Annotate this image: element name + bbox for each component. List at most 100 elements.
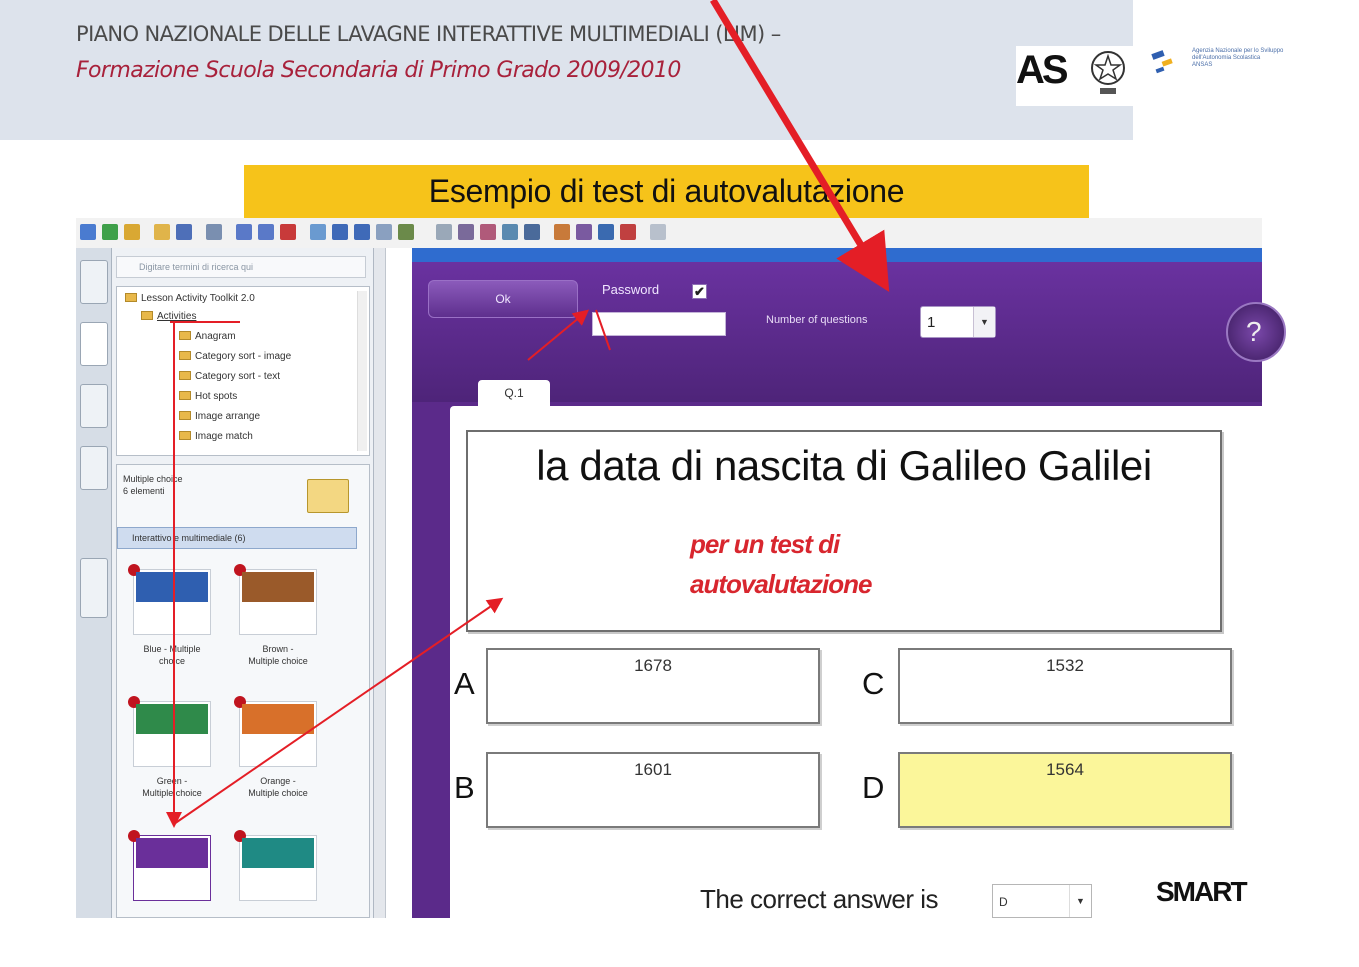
gallery-pane-header: Multiple choice 6 elementi [123, 474, 183, 496]
questions-select[interactable]: 1 ▼ [920, 306, 996, 338]
answer-d-field[interactable]: 1564 [898, 752, 1232, 828]
line-icon[interactable] [524, 224, 540, 240]
answer-a-value: 1678 [634, 656, 672, 675]
page-sorter-tab[interactable] [80, 260, 108, 304]
tree-item-label: Hot spots [195, 391, 238, 402]
thumbnail-preview [136, 838, 208, 868]
back-icon[interactable] [80, 224, 96, 240]
capture-icon[interactable] [398, 224, 414, 240]
gallery-search-input[interactable]: Digitare termini di ricerca qui [116, 256, 366, 278]
notebook-workspace: Ok Password ✔ Number of questions 1 ▼ ? … [386, 248, 1286, 918]
correct-answer-select[interactable]: D ▼ [992, 884, 1092, 918]
thumbnail-label: Blue - Multiple choice [143, 644, 201, 666]
thumbnail-brown-multiple-choice[interactable] [234, 564, 317, 635]
tree-item-activities[interactable]: Activities [141, 311, 196, 322]
republic-emblem-icon [1091, 51, 1125, 94]
properties-icon[interactable] [620, 224, 636, 240]
side-tabs [76, 248, 112, 918]
answer-c-letter: C [862, 666, 885, 701]
answer-c-field[interactable]: 1532 [898, 648, 1232, 724]
thumbnail-orange-multiple-choice[interactable] [234, 696, 317, 767]
eraser-icon[interactable] [502, 224, 518, 240]
thumbnail-preview [136, 704, 208, 734]
page-title: PIANO NAZIONALE DELLE LAVAGNE INTERATTIV… [76, 22, 781, 46]
select-icon[interactable] [436, 224, 452, 240]
tree-item-label: Category sort - text [195, 371, 281, 382]
tab-question-1[interactable]: Q.1 [478, 380, 550, 408]
table-icon[interactable] [376, 224, 392, 240]
folder-icon [179, 351, 191, 360]
tree-scrollbar[interactable] [357, 291, 367, 451]
banner-title: Esempio di test di autovalutazione [428, 173, 905, 209]
more-tools-icon[interactable] [650, 224, 666, 240]
document-camera-icon[interactable] [354, 224, 370, 240]
correct-answer-label: The correct answer is [700, 884, 939, 914]
chevron-down-icon[interactable]: ▼ [1069, 885, 1091, 917]
tree-item-label: Anagram [195, 331, 236, 342]
gallery-tab[interactable] [80, 322, 108, 366]
thumbnail-preview [242, 838, 314, 868]
answer-a-field[interactable]: 1678 [486, 648, 820, 724]
tree-item-label: Image arrange [195, 411, 261, 422]
pen-icon[interactable] [458, 224, 474, 240]
answer-b-field[interactable]: 1601 [486, 752, 820, 828]
redo-icon[interactable] [258, 224, 274, 240]
fill-icon[interactable] [576, 224, 592, 240]
password-field[interactable] [592, 312, 726, 336]
gallery-tree: Lesson Activity Toolkit 2.0 Activities A… [116, 286, 370, 456]
shapes-icon[interactable] [554, 224, 570, 240]
save-icon[interactable] [176, 224, 192, 240]
creative-pen-icon[interactable] [480, 224, 496, 240]
tree-item-image-match[interactable]: Image match [179, 431, 253, 442]
help-button[interactable]: ? [1226, 302, 1286, 362]
delete-icon[interactable] [280, 224, 296, 240]
annotation-note: per un test di autovalutazione [690, 529, 872, 599]
attachments-tab[interactable] [80, 384, 108, 428]
collapse-handle[interactable] [80, 558, 108, 618]
thumbnail-teal-multiple-choice[interactable] [234, 830, 317, 901]
page-subtitle: Formazione Scuola Secondaria di Primo Gr… [76, 58, 681, 83]
interactive-category[interactable]: Interattivo e multimediale (6) [117, 527, 357, 549]
question-box[interactable]: la data di nascita di Galileo Galilei pe… [466, 430, 1222, 632]
tree-item-hot-spots[interactable]: Hot spots [179, 391, 237, 402]
open-icon[interactable] [154, 224, 170, 240]
tree-item-anagram[interactable]: Anagram [179, 331, 236, 342]
tree-item-category-sort-text[interactable]: Category sort - text [179, 371, 280, 382]
thumbnail-preview [242, 572, 314, 602]
folder-icon [179, 391, 191, 400]
paste-icon[interactable] [206, 224, 222, 240]
gallery-items-pane: Multiple choice 6 elementi Interattivo e… [116, 464, 370, 918]
tree-item-image-arrange[interactable]: Image arrange [179, 411, 260, 422]
folder-icon [307, 479, 349, 513]
display-icon[interactable] [332, 224, 348, 240]
answer-a-letter: A [454, 666, 475, 701]
forward-icon[interactable] [102, 224, 118, 240]
screen-shade-icon[interactable] [310, 224, 326, 240]
undo-icon[interactable] [236, 224, 252, 240]
tree-root[interactable]: Lesson Activity Toolkit 2.0 [125, 293, 255, 304]
add-page-icon[interactable] [124, 224, 140, 240]
tree-item-label: Category sort - image [195, 351, 292, 362]
thumbnail-purple-multiple-choice[interactable] [128, 830, 211, 901]
thumbnail-blue-multiple-choice[interactable] [128, 564, 211, 635]
agency-name: Agenzia Nazionale per lo Sviluppo dell'A… [1192, 48, 1284, 68]
panel-splitter[interactable] [374, 248, 386, 918]
question-text: la data di nascita di Galileo Galilei [536, 442, 1152, 489]
answer-c-value: 1532 [1046, 656, 1084, 675]
tree-item-category-sort-image[interactable]: Category sort - image [179, 351, 291, 362]
smart-logo: SMART [1156, 876, 1248, 907]
gallery-panel: Digitare termini di ricerca qui Lesson A… [112, 248, 374, 918]
thumbnail-green-multiple-choice[interactable] [128, 696, 211, 767]
thumbnail-label: Orange - Multiple choice [248, 776, 308, 798]
properties-tab[interactable] [80, 446, 108, 490]
password-checkbox[interactable]: ✔ [692, 284, 707, 299]
chevron-down-icon[interactable]: ▼ [973, 307, 995, 337]
thumbnail-preview [242, 704, 314, 734]
questions-value: 1 [927, 314, 936, 331]
ok-button[interactable]: Ok [428, 280, 578, 318]
multiple-choice-widget: Ok Password ✔ Number of questions 1 ▼ ? … [412, 262, 1286, 918]
answer-b-letter: B [454, 770, 475, 805]
thumbnail-label: Green - Multiple choice [142, 776, 202, 798]
text-icon[interactable] [598, 224, 614, 240]
page-header-bar [412, 248, 1262, 262]
